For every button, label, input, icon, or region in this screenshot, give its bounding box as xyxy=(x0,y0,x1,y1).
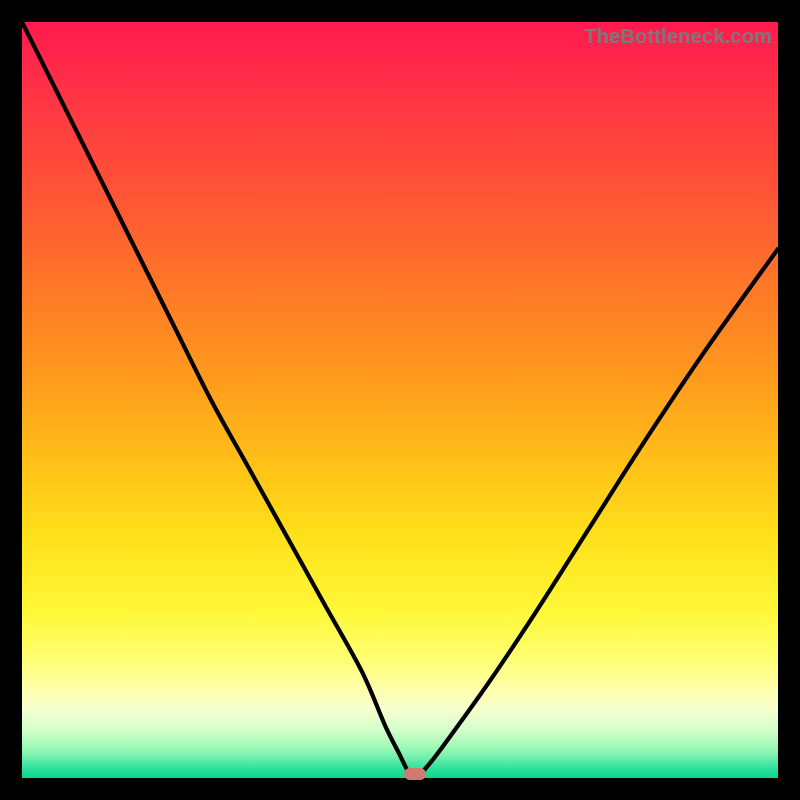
plot-area: TheBottleneck.com xyxy=(22,22,778,778)
bottleneck-curve xyxy=(22,22,778,778)
chart-frame: TheBottleneck.com xyxy=(0,0,800,800)
curve-minimum-marker xyxy=(404,768,426,780)
